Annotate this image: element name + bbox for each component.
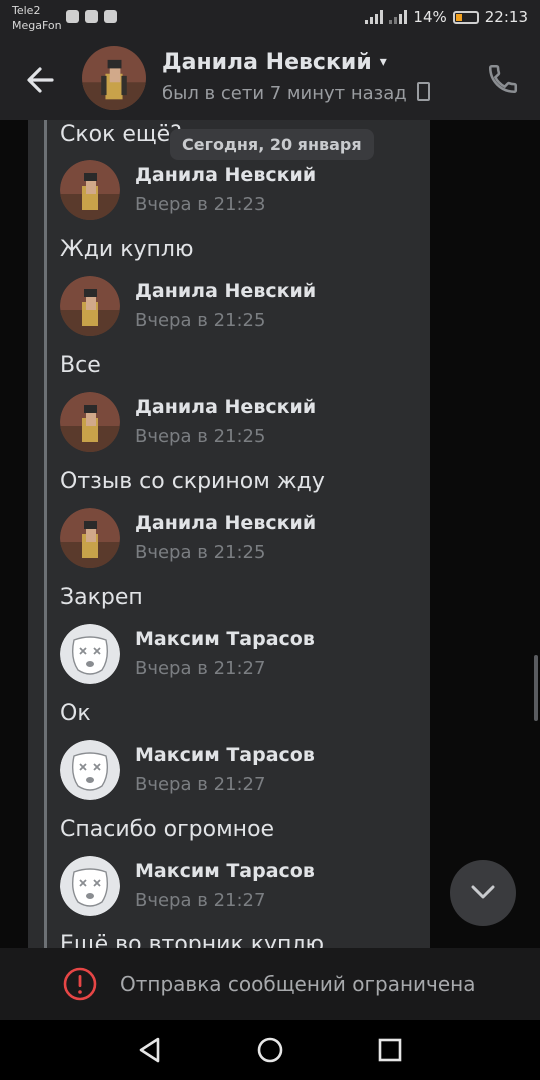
contact-status: был в сети 7 минут назад	[162, 82, 430, 104]
message-time: Вчера в 21:25	[135, 310, 266, 331]
deactivated-dog-avatar[interactable]	[60, 856, 120, 916]
message-time: Вчера в 21:25	[135, 426, 266, 447]
message-time: Вчера в 21:27	[135, 774, 266, 795]
forwarded-quote-bar	[44, 120, 47, 948]
recent-apps-square-icon[interactable]	[374, 1034, 406, 1066]
battery-percent: 14%	[413, 8, 447, 26]
contact-avatar[interactable]	[82, 46, 146, 110]
message-author[interactable]: Максим Тарасов	[135, 860, 315, 882]
message-author[interactable]: Данила Невский	[135, 280, 316, 302]
message-text: Ок	[60, 701, 91, 726]
message-text: Все	[60, 353, 101, 378]
message-header[interactable]: Максим Тарасов Вчера в 21:27	[60, 624, 420, 684]
restricted-bar: Отправка сообщений ограничена	[0, 948, 540, 1020]
message-header[interactable]: Данила Невский Вчера в 21:25	[60, 508, 420, 568]
deactivated-dog-avatar[interactable]	[60, 624, 120, 684]
soldier-avatar-icon	[60, 160, 120, 220]
message-author[interactable]: Максим Тарасов	[135, 628, 315, 650]
home-circle-icon[interactable]	[254, 1034, 286, 1066]
deactivated-dog-avatar[interactable]	[60, 740, 120, 800]
soldier-avatar-icon	[60, 392, 120, 452]
dog-avatar-icon	[60, 856, 120, 916]
carrier-names: Tele2 MegaFon	[12, 3, 62, 33]
scroll-down-button[interactable]	[450, 860, 516, 926]
message-text: Спасибо огромное	[60, 817, 275, 842]
sync-notification-icon	[85, 10, 98, 23]
status-bar: Tele2 MegaFon 14% 22:13	[0, 0, 540, 38]
contact-status-text: был в сети 7 минут назад	[162, 83, 407, 104]
message-text: Жди куплю	[60, 237, 194, 262]
arrow-left-icon	[27, 67, 54, 93]
system-navigation-bar	[0, 1020, 540, 1080]
message-header[interactable]: Данила Невский Вчера в 21:23	[60, 160, 420, 220]
back-triangle-icon[interactable]	[134, 1034, 166, 1066]
message-time: Вчера в 21:27	[135, 890, 266, 911]
soldier-avatar-icon	[82, 46, 146, 110]
message-notification-icon	[66, 10, 79, 23]
phone-icon	[488, 64, 518, 94]
message-header[interactable]: Максим Тарасов Вчера в 21:27	[60, 856, 420, 916]
contact-name[interactable]: Данила Невский ▾	[162, 50, 387, 75]
message-text: Скок ещё?	[60, 122, 182, 147]
youtube-notification-icon	[104, 10, 117, 23]
carrier-2: MegaFon	[12, 19, 62, 32]
date-divider: Сегодня, 20 января	[170, 129, 374, 160]
chat-header: Данила Невский ▾ был в сети 7 минут назад	[0, 38, 540, 120]
message-text: Ещё во вторник куплю	[60, 932, 325, 948]
soldier-avatar[interactable]	[60, 160, 120, 220]
message-time: Вчера в 21:25	[135, 542, 266, 563]
back-button[interactable]	[22, 60, 62, 100]
message-time: Вчера в 21:27	[135, 658, 266, 679]
message-author[interactable]: Максим Тарасов	[135, 744, 315, 766]
notification-icons	[66, 10, 117, 23]
soldier-avatar[interactable]	[60, 276, 120, 336]
message-text: Закреп	[60, 585, 143, 610]
chevron-down-icon: ▾	[379, 54, 387, 70]
message-header[interactable]: Данила Невский Вчера в 21:25	[60, 276, 420, 336]
status-right: 14% 22:13	[365, 8, 528, 26]
chevron-down-icon	[471, 885, 495, 899]
scrollbar[interactable]	[534, 655, 538, 721]
message-header[interactable]: Максим Тарасов Вчера в 21:27	[60, 740, 420, 800]
soldier-avatar-icon	[60, 276, 120, 336]
message-time: Вчера в 21:23	[135, 194, 266, 215]
soldier-avatar[interactable]	[60, 508, 120, 568]
chat-area[interactable]: Скок ещё? Данила Невский Вчера в 21:23 Ж…	[0, 120, 540, 948]
message-author[interactable]: Данила Невский	[135, 164, 316, 186]
contact-name-text: Данила Невский	[162, 50, 372, 75]
clock: 22:13	[484, 8, 528, 26]
cell-signal-2-icon	[389, 10, 408, 24]
restricted-notice: Отправка сообщений ограничена	[120, 972, 476, 996]
call-button[interactable]	[486, 62, 520, 96]
soldier-avatar-icon	[60, 508, 120, 568]
dog-avatar-icon	[60, 740, 120, 800]
warning-icon	[63, 967, 97, 1001]
soldier-avatar[interactable]	[60, 392, 120, 452]
message-header[interactable]: Данила Невский Вчера в 21:25	[60, 392, 420, 452]
message-author[interactable]: Данила Невский	[135, 512, 316, 534]
carrier-1: Tele2	[12, 4, 41, 17]
cell-signal-icon	[365, 10, 384, 24]
mobile-device-icon	[416, 82, 430, 101]
message-text: Отзыв со скрином жду	[60, 469, 325, 494]
battery-icon	[452, 10, 479, 24]
dog-avatar-icon	[60, 624, 120, 684]
message-author[interactable]: Данила Невский	[135, 396, 316, 418]
